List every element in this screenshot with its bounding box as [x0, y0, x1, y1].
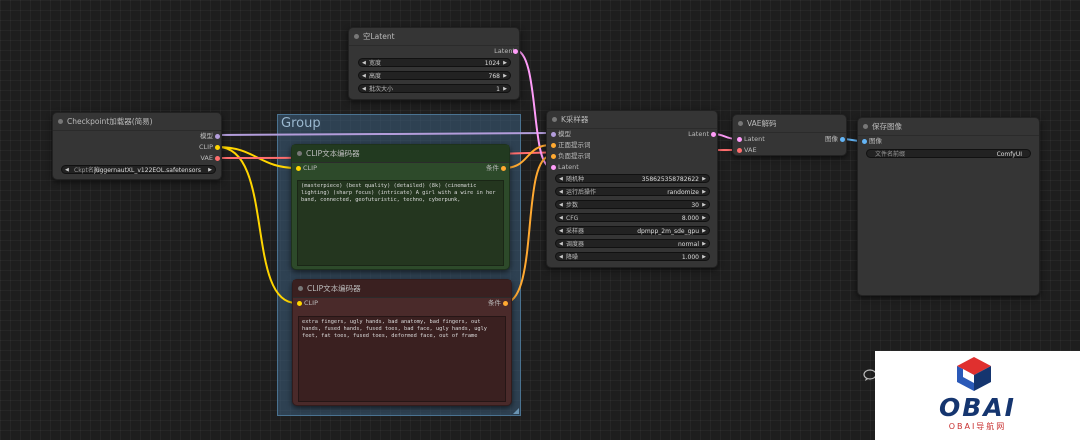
collapse-dot[interactable]	[354, 34, 359, 39]
conditioning-output-slot[interactable]: 条件	[461, 299, 508, 308]
latent-output-dot[interactable]	[513, 49, 518, 54]
decrement-arrow-icon[interactable]: ◀	[362, 72, 366, 81]
sampler-widget[interactable]: ◀ 采样器 dpmpp_2m_sde_gpu ▶	[555, 226, 710, 235]
image-input-slot[interactable]: 图像	[862, 137, 882, 146]
decrement-arrow-icon[interactable]: ◀	[559, 227, 563, 236]
positive-prompt-textarea[interactable]: (masterpiece) (best quality) (detailed) …	[297, 180, 504, 266]
node-title[interactable]: K采样器	[547, 111, 717, 129]
decrement-arrow-icon[interactable]: ◀	[559, 201, 563, 210]
model-input-slot[interactable]: 模型	[551, 130, 571, 139]
latent-input-dot[interactable]	[551, 165, 556, 170]
increment-arrow-icon[interactable]: ▶	[702, 253, 706, 262]
increment-arrow-icon[interactable]: ▶	[208, 166, 212, 175]
latent-output-slot[interactable]: Latent	[659, 130, 716, 139]
wire-clip-negative	[217, 146, 297, 304]
node-title[interactable]: Checkpoint加载器(简易)	[53, 113, 221, 131]
batch-size-widget[interactable]: ◀ 批次大小 1 ▶	[358, 84, 511, 93]
increment-arrow-icon[interactable]: ▶	[702, 227, 706, 236]
decrement-arrow-icon[interactable]: ◀	[559, 253, 563, 262]
clip-input-dot[interactable]	[296, 166, 301, 171]
collapse-dot[interactable]	[552, 117, 557, 122]
collapse-dot[interactable]	[297, 151, 302, 156]
node-title[interactable]: 保存图像	[858, 118, 1039, 136]
positive-input-slot[interactable]: 正面提示词	[551, 141, 591, 150]
collapse-dot[interactable]	[298, 286, 303, 291]
increment-arrow-icon[interactable]: ▶	[702, 201, 706, 210]
increment-arrow-icon[interactable]: ▶	[503, 72, 507, 81]
vae-output-dot[interactable]	[215, 156, 220, 161]
clip-input-slot[interactable]: CLIP	[296, 164, 317, 173]
decrement-arrow-icon[interactable]: ◀	[65, 166, 69, 175]
model-output-dot[interactable]	[215, 134, 220, 139]
decrement-arrow-icon[interactable]: ◀	[559, 175, 563, 184]
node-title[interactable]: 空Latent	[349, 28, 519, 46]
decrement-arrow-icon[interactable]: ◀	[559, 214, 563, 223]
decrement-arrow-icon[interactable]: ◀	[559, 188, 563, 197]
clip-input-dot[interactable]	[297, 301, 302, 306]
conditioning-output-slot[interactable]: 条件	[459, 164, 506, 173]
scheduler-widget[interactable]: ◀ 调度器 normal ▶	[555, 239, 710, 248]
image-output-dot[interactable]	[840, 137, 845, 142]
node-title[interactable]: VAE解码	[733, 115, 846, 133]
increment-arrow-icon[interactable]: ▶	[702, 240, 706, 249]
increment-arrow-icon[interactable]: ▶	[503, 85, 507, 94]
watermark-subtitle: OBAI导航网	[948, 422, 1007, 431]
increment-arrow-icon[interactable]: ▶	[702, 188, 706, 197]
watermark-brand: OBAI	[939, 393, 1016, 422]
latent-input-slot[interactable]: Latent	[551, 163, 579, 172]
image-output-slot[interactable]: 图像	[798, 135, 845, 144]
control-after-generate-widget[interactable]: ◀ 运行后操作 randomize ▶	[555, 187, 710, 196]
latent-input-slot[interactable]: Latent	[737, 135, 765, 144]
clip-input-slot[interactable]: CLIP	[297, 299, 318, 308]
increment-arrow-icon[interactable]: ▶	[503, 59, 507, 68]
vae-decode-node[interactable]: VAE解码 Latent VAE 图像	[732, 114, 847, 156]
collapse-dot[interactable]	[738, 121, 743, 126]
increment-arrow-icon[interactable]: ▶	[702, 175, 706, 184]
seed-widget[interactable]: ◀ 随机种 358625358782622 ▶	[555, 174, 710, 183]
clip-text-encoder-positive-node[interactable]: CLIP文本编码器 CLIP 条件 (masterpiece) (best qu…	[291, 144, 510, 270]
negative-input-slot[interactable]: 负面提示词	[551, 152, 591, 161]
cfg-widget[interactable]: ◀ CFG 8.000 ▶	[555, 213, 710, 222]
node-title[interactable]: CLIP文本编码器	[292, 145, 509, 163]
clip-text-encoder-negative-node[interactable]: CLIP文本编码器 CLIP 条件 extra fingers, ugly ha…	[292, 279, 512, 406]
increment-arrow-icon[interactable]: ▶	[702, 214, 706, 223]
vae-input-slot[interactable]: VAE	[737, 146, 757, 155]
clip-output-slot[interactable]: CLIP	[153, 143, 220, 152]
negative-input-dot[interactable]	[551, 154, 556, 159]
width-widget[interactable]: ◀ 宽度 1024 ▶	[358, 58, 511, 67]
vae-input-dot[interactable]	[737, 148, 742, 153]
negative-prompt-textarea[interactable]: extra fingers, ugly hands, bad anatomy, …	[298, 316, 506, 402]
latent-output-slot[interactable]: Latent	[455, 47, 518, 56]
collapse-dot[interactable]	[863, 124, 868, 129]
wire-model	[217, 132, 552, 136]
latent-output-dot[interactable]	[711, 132, 716, 137]
model-output-slot[interactable]: 模型	[153, 132, 220, 141]
collapse-dot[interactable]	[58, 119, 63, 124]
wire-positive	[503, 144, 552, 169]
conditioning-output-dot[interactable]	[503, 301, 508, 306]
image-input-dot[interactable]	[862, 139, 867, 144]
ckpt-name-widget[interactable]: ◀ Ckpt名称 juggernautXL_v122EOL.safetensor…	[61, 165, 216, 174]
save-image-node[interactable]: 保存图像 图像 文件名前缀 ComfyUI	[857, 117, 1040, 296]
denoise-widget[interactable]: ◀ 降噪 1.000 ▶	[555, 252, 710, 261]
filename-prefix-widget[interactable]: 文件名前缀 ComfyUI	[866, 149, 1031, 158]
empty-latent-node[interactable]: 空Latent Latent ◀ 宽度 1024 ▶ ◀ 高度 768 ▶ ◀ …	[348, 27, 520, 100]
model-input-dot[interactable]	[551, 132, 556, 137]
height-widget[interactable]: ◀ 高度 768 ▶	[358, 71, 511, 80]
latent-input-dot[interactable]	[737, 137, 742, 142]
decrement-arrow-icon[interactable]: ◀	[362, 85, 366, 94]
cube-logo-icon	[957, 357, 991, 391]
conditioning-output-dot[interactable]	[501, 166, 506, 171]
ksampler-node[interactable]: K采样器 模型 正面提示词 负面提示词 Latent Latent ◀ 随机种 …	[546, 110, 718, 268]
steps-widget[interactable]: ◀ 步数 30 ▶	[555, 200, 710, 209]
node-title[interactable]: CLIP文本编码器	[293, 280, 511, 298]
clip-output-dot[interactable]	[215, 145, 220, 150]
vae-output-slot[interactable]: VAE	[153, 154, 220, 163]
checkpoint-loader-node[interactable]: Checkpoint加载器(简易) 模型 CLIP VAE ◀ Ckpt名称 j…	[52, 112, 222, 180]
watermark-logo: OBAI OBAI导航网	[875, 351, 1080, 440]
positive-input-dot[interactable]	[551, 143, 556, 148]
decrement-arrow-icon[interactable]: ◀	[362, 59, 366, 68]
decrement-arrow-icon[interactable]: ◀	[559, 240, 563, 249]
